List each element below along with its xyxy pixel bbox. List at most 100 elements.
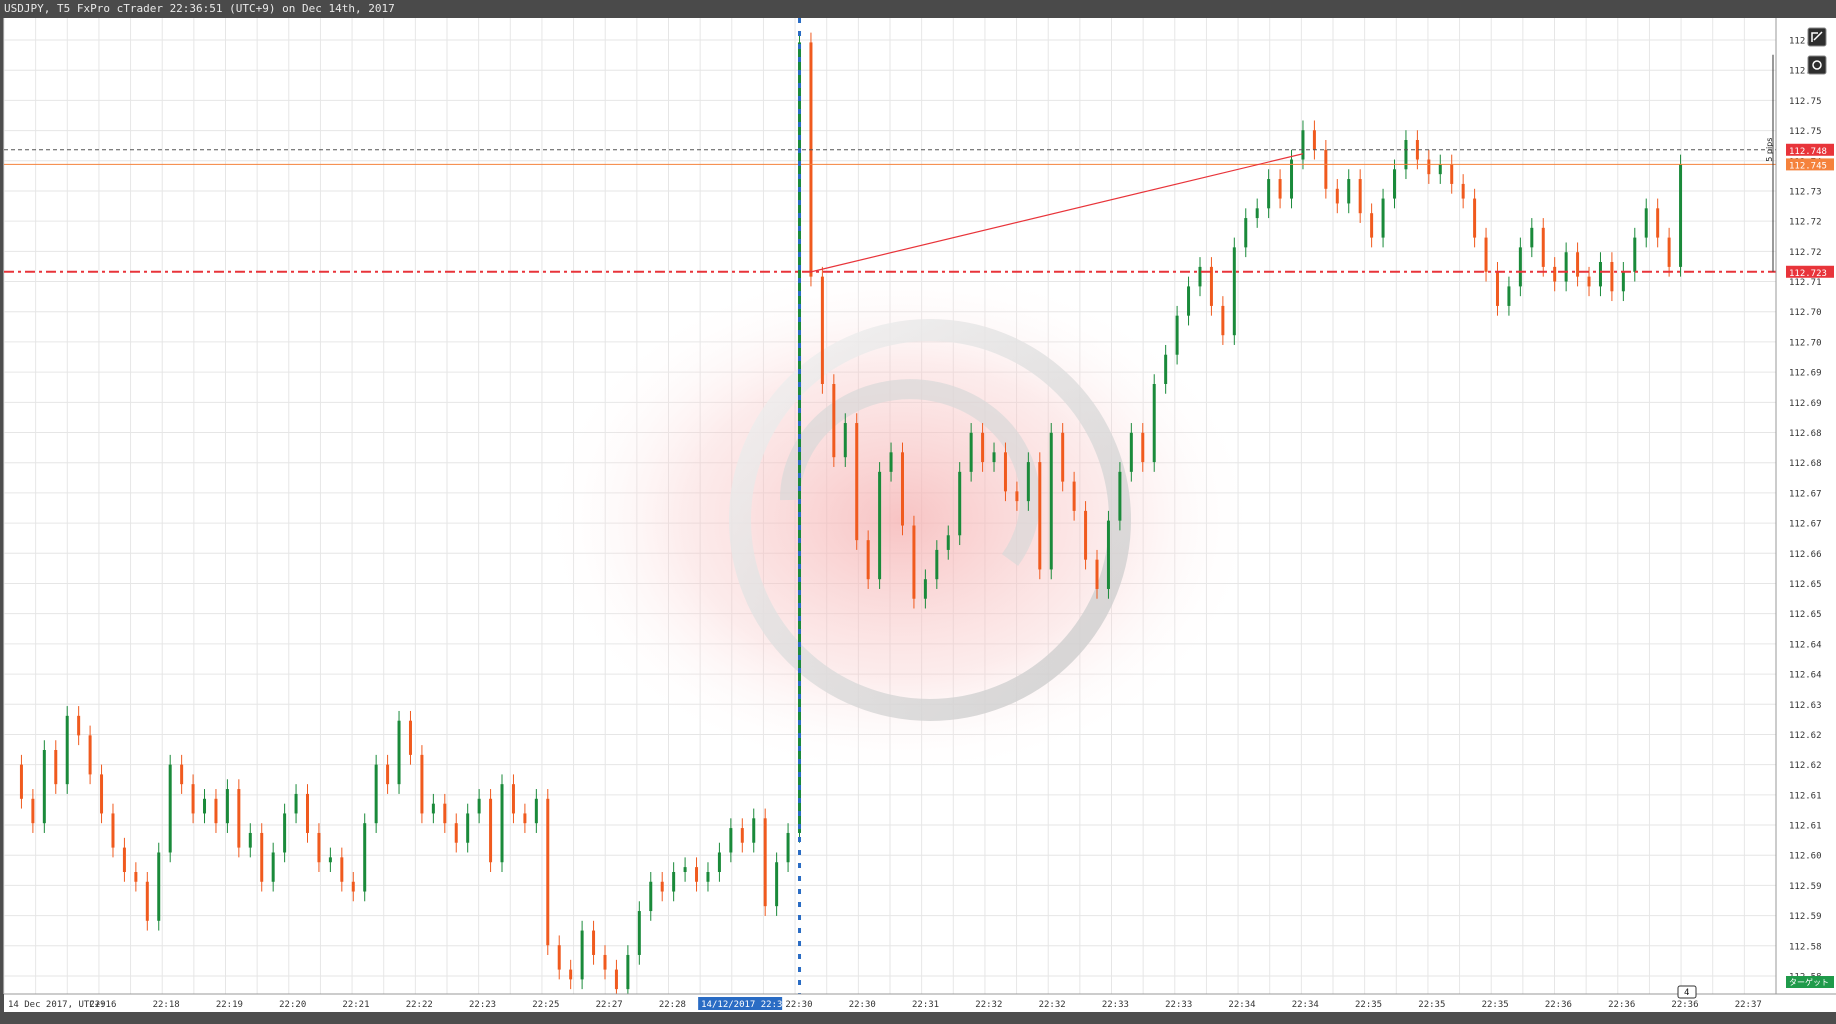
candle-body bbox=[466, 813, 470, 843]
candle-body bbox=[31, 798, 35, 824]
candle-body bbox=[19, 764, 23, 799]
candle-body bbox=[431, 803, 435, 814]
candle-body bbox=[1244, 218, 1248, 248]
candle-body bbox=[1358, 179, 1362, 214]
candle-body bbox=[65, 715, 69, 785]
candle-body bbox=[157, 852, 161, 921]
time-tick-label: 22:34 bbox=[1292, 1000, 1319, 1010]
candle-body bbox=[946, 535, 950, 550]
candle-body bbox=[1370, 213, 1374, 238]
candle-body bbox=[569, 969, 573, 980]
time-tick-label: 22:32 bbox=[1039, 1000, 1066, 1010]
candle-body bbox=[420, 754, 424, 814]
candle-body bbox=[88, 735, 92, 775]
candle-body bbox=[1679, 164, 1683, 267]
chart-canvas[interactable]: 112.77112.76112.75112.75112.74112.73112.… bbox=[0, 0, 1836, 1024]
time-tick-label: 22:36 bbox=[1608, 1000, 1635, 1010]
candle-body bbox=[1118, 471, 1122, 521]
candle-body bbox=[1026, 462, 1030, 502]
candle-body bbox=[317, 832, 321, 863]
candle-body bbox=[1129, 432, 1133, 472]
candle-body bbox=[511, 784, 515, 814]
candle-body bbox=[191, 784, 195, 814]
candle-body bbox=[54, 750, 58, 785]
candle-body bbox=[969, 432, 973, 472]
candle-body bbox=[1164, 354, 1168, 384]
candle-body bbox=[889, 452, 893, 472]
price-tick-label: 112.67 bbox=[1789, 520, 1822, 530]
time-tick-label: 22:31 bbox=[912, 1000, 939, 1010]
price-tick-label: 112.63 bbox=[1789, 701, 1822, 711]
measure-label: 5 pips bbox=[1765, 138, 1774, 162]
candle-body bbox=[1587, 276, 1591, 287]
candle-body bbox=[77, 715, 81, 736]
price-tick-label: 112.60 bbox=[1789, 852, 1822, 862]
candle-body bbox=[1667, 237, 1671, 267]
time-tick-label: 22:23 bbox=[469, 1000, 496, 1010]
candle-body bbox=[237, 789, 241, 848]
candle-body bbox=[878, 471, 882, 580]
candle-body bbox=[1610, 262, 1614, 292]
candle-body bbox=[1267, 179, 1271, 209]
candle-body bbox=[454, 823, 458, 843]
price-tick-label: 112.68 bbox=[1789, 429, 1822, 439]
candle-body bbox=[660, 881, 664, 892]
candle-body bbox=[992, 452, 996, 463]
price-tick-label: 112.61 bbox=[1789, 791, 1822, 801]
candle-body bbox=[832, 384, 836, 458]
time-tick-label: 22:33 bbox=[1165, 1000, 1192, 1010]
candle-body bbox=[168, 764, 172, 853]
candle-body bbox=[351, 881, 355, 892]
price-tick-label: 112.61 bbox=[1789, 822, 1822, 832]
time-tick-label: 22:36 bbox=[1671, 1000, 1698, 1010]
candle-body bbox=[489, 798, 493, 863]
time-tick-label: 22:20 bbox=[279, 1000, 306, 1010]
candle-body bbox=[809, 42, 813, 277]
time-tick-label: 22:35 bbox=[1482, 1000, 1509, 1010]
candle-body bbox=[386, 764, 390, 785]
candle-body bbox=[374, 764, 378, 824]
candle-body bbox=[340, 857, 344, 882]
price-tick-label: 112.58 bbox=[1789, 942, 1822, 952]
time-tick-label: 22:25 bbox=[532, 1000, 559, 1010]
time-tick-label: 22:30 bbox=[785, 1000, 812, 1010]
candle-body bbox=[180, 764, 184, 785]
camera-icon[interactable] bbox=[1807, 55, 1827, 75]
candle-body bbox=[500, 784, 504, 863]
ask-price-tag-label: 112.748 bbox=[1789, 147, 1827, 157]
time-tick-label: 22:16 bbox=[89, 1000, 116, 1010]
candle-body bbox=[923, 579, 927, 599]
candle-body bbox=[203, 798, 207, 814]
price-tick-label: 112.68 bbox=[1789, 459, 1822, 469]
target-price-tag-label: 112.723 bbox=[1789, 269, 1827, 279]
candle-body bbox=[717, 852, 721, 872]
candle-body bbox=[1438, 164, 1442, 175]
bid-price-tag-label: 112.745 bbox=[1789, 161, 1827, 171]
price-tick-label: 112.64 bbox=[1789, 671, 1822, 681]
candle-body bbox=[1187, 286, 1191, 316]
candle-body bbox=[1072, 481, 1076, 511]
candle-body bbox=[225, 789, 229, 824]
candle-body bbox=[786, 832, 790, 863]
candle-body bbox=[637, 911, 641, 955]
candle-body bbox=[1564, 252, 1568, 282]
candle-body bbox=[820, 276, 824, 384]
candle-body bbox=[1576, 252, 1580, 277]
candle-body bbox=[271, 852, 275, 882]
price-tick-label: 112.59 bbox=[1789, 912, 1822, 922]
chart-window: USDJPY, T5 FxPro cTrader 22:36:51 (UTC+9… bbox=[0, 0, 1836, 1024]
time-tick-label: 22:35 bbox=[1355, 1000, 1382, 1010]
candle-body bbox=[122, 847, 126, 872]
price-axis[interactable]: 112.77112.76112.75112.75112.74112.73112.… bbox=[1765, 18, 1836, 994]
candle-body bbox=[1038, 462, 1042, 570]
candle-body bbox=[408, 720, 412, 755]
price-tick-label: 112.59 bbox=[1789, 882, 1822, 892]
candle-body bbox=[855, 423, 859, 541]
time-tick-label: 22:22 bbox=[406, 1000, 433, 1010]
candle-body bbox=[1507, 286, 1511, 306]
candle-body bbox=[1095, 559, 1099, 589]
candle-body bbox=[1450, 164, 1454, 184]
price-tick-label: 112.67 bbox=[1789, 489, 1822, 499]
candle-body bbox=[580, 930, 584, 980]
candle-body bbox=[1473, 198, 1477, 238]
